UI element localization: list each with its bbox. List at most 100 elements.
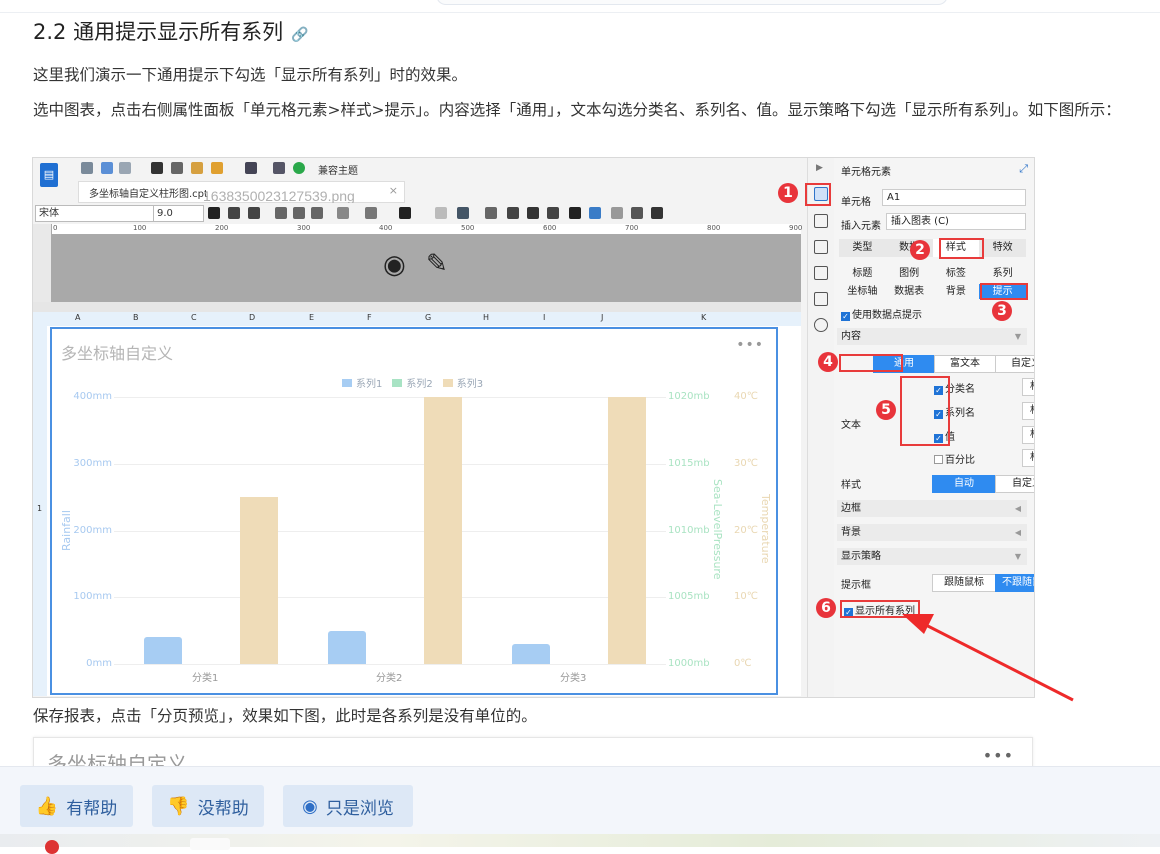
highlight-box (980, 283, 1028, 300)
app-logo-icon: ▤ (40, 163, 58, 187)
more-icon[interactable]: ••• (983, 746, 1014, 765)
style-auto: 自动 (932, 475, 996, 493)
not-helpful-button[interactable]: 👎 没帮助 (152, 785, 264, 827)
not-follow-mouse-option: 不跟随鼠标 (995, 574, 1034, 592)
y-tick-label: 1005mb (668, 591, 710, 603)
insert-ab-icon (507, 207, 519, 219)
align-left-icon (275, 207, 287, 219)
collapse-icon: ▼ (1014, 332, 1021, 341)
grid-line (114, 463, 666, 465)
copy-icon (171, 162, 183, 174)
y-tick-label: 30℃ (734, 457, 758, 469)
grid-line (114, 664, 666, 665)
y-tick-label: 1000mb (668, 658, 710, 669)
insert-chart-icon (569, 207, 581, 219)
hyperlink-icon (814, 318, 828, 332)
file-name-overlay: 1638350023127539.png (203, 188, 355, 204)
legend-label: 系列2 (406, 379, 433, 390)
text-label: 文本 (841, 420, 861, 431)
compat-theme-button: 兼容主题 (318, 166, 358, 177)
bar-系列3-分类3 (608, 397, 646, 664)
chart-container: 多坐标轴自定义 ••• 系列1 系列2 系列3 0mm 1000mb 0℃ 100mm 10… (50, 327, 778, 695)
align-right-icon (311, 207, 323, 219)
helpful-button[interactable]: 👍 有帮助 (20, 785, 133, 827)
helpful-label: 有帮助 (66, 798, 118, 819)
paragraph-intro: 这里我们演示一下通用提示下勾选「显示所有系列」时的效果。 (33, 66, 468, 84)
ruler-tick: 700 (625, 224, 639, 232)
row-headers: 1 (33, 326, 48, 696)
y-axis-label: Sea-LevelPressure (711, 479, 724, 580)
style-custom: 自定义 (995, 475, 1034, 493)
legend-item: 系列3 (442, 375, 484, 390)
link-icon[interactable]: 🔗 (291, 27, 308, 43)
legend-item: 系列2 (392, 375, 433, 390)
cell-attribute-icon (814, 214, 828, 228)
highlight-box (839, 354, 903, 372)
close-icon: × (388, 184, 398, 197)
arrow-shaft (919, 620, 1074, 702)
format-button: 格式 (1022, 402, 1034, 420)
bar-系列1-分类1 (144, 637, 182, 664)
thumbs-down-icon: 👎 (167, 795, 190, 817)
more-icon: ••• (736, 337, 764, 353)
ruler-tick: 200 (215, 224, 229, 232)
mode-richtext: 富文本 (934, 355, 996, 373)
content-section-label: 内容 (841, 331, 861, 342)
file-tab-label: 多坐标轴自定义柱形图.cpt (89, 189, 208, 200)
bar-系列1-分类3 (512, 643, 550, 664)
fill-color-icon (365, 207, 377, 219)
expand-arrow-icon: ▶ (816, 163, 823, 173)
format-button: 格式 (1022, 449, 1034, 467)
column-header: A (75, 313, 81, 322)
column-header: B (133, 313, 139, 322)
use-tooltip-checkbox: ✓ 使用数据点提示 (841, 306, 922, 321)
legend-swatch (392, 378, 403, 387)
column-header: G (425, 313, 432, 322)
y-axis-label: Temperature (759, 494, 772, 564)
insert-slash-icon (611, 207, 623, 219)
red-arrow-icon (902, 614, 1074, 702)
table-icon (245, 162, 257, 174)
highlight-box (900, 376, 950, 446)
format-brush-icon (211, 162, 223, 174)
y-tick-label: 0mm (86, 658, 112, 669)
undo-icon (101, 162, 113, 174)
legend-label: 系列3 (456, 379, 484, 390)
widget-icon (814, 266, 828, 280)
column-header: H (483, 313, 490, 322)
legend-item: 系列1 (342, 375, 382, 390)
border-section-label: 边框 (841, 503, 861, 514)
style-label: 样式 (841, 480, 861, 491)
column-header: J (601, 313, 604, 322)
subtab-legend: 图例 (899, 268, 920, 279)
font-family-select: 宋体 (35, 205, 154, 222)
y-tick-label: 0℃ (734, 658, 752, 669)
column-headers: A B C D E F G H I J K (33, 312, 801, 327)
chart-title: 多坐标轴自定义 (61, 344, 174, 363)
column-header: C (191, 313, 197, 322)
search-pill[interactable] (436, 0, 948, 5)
tooltip-box-label: 提示框 (841, 580, 871, 591)
align-center-icon (293, 207, 305, 219)
bar-系列3-分类1 (240, 497, 278, 664)
y-tick-label: 40℃ (734, 391, 758, 402)
y-tick-label: 300mm (73, 457, 112, 469)
background-section: 背景 ◀ (837, 524, 1027, 541)
y-tick-label: 1010mb (668, 524, 710, 536)
notification-dot (45, 840, 59, 854)
legend-swatch (342, 378, 352, 387)
top-bar (0, 0, 1160, 13)
paragraph-after: 保存报表，点击「分页预览」，效果如下图，此时是各系列是没有单位的。 (33, 707, 537, 725)
eye-off-icon: ◉ (383, 250, 406, 280)
legend-swatch (442, 378, 453, 387)
ruler-tick: 300 (297, 224, 311, 232)
column-header: I (543, 313, 546, 322)
expand-icon: ◀ (1014, 528, 1021, 537)
just-browsing-button[interactable]: ◉ 只是浏览 (283, 785, 413, 827)
not-helpful-label: 没帮助 (197, 798, 249, 819)
eye-icon: ◉ (302, 795, 318, 817)
insert-subreport-icon (631, 207, 643, 219)
step-badge: 2 (910, 240, 930, 260)
border-section: 边框 ◀ (837, 500, 1027, 517)
subtab-background: 背景 (945, 286, 966, 297)
